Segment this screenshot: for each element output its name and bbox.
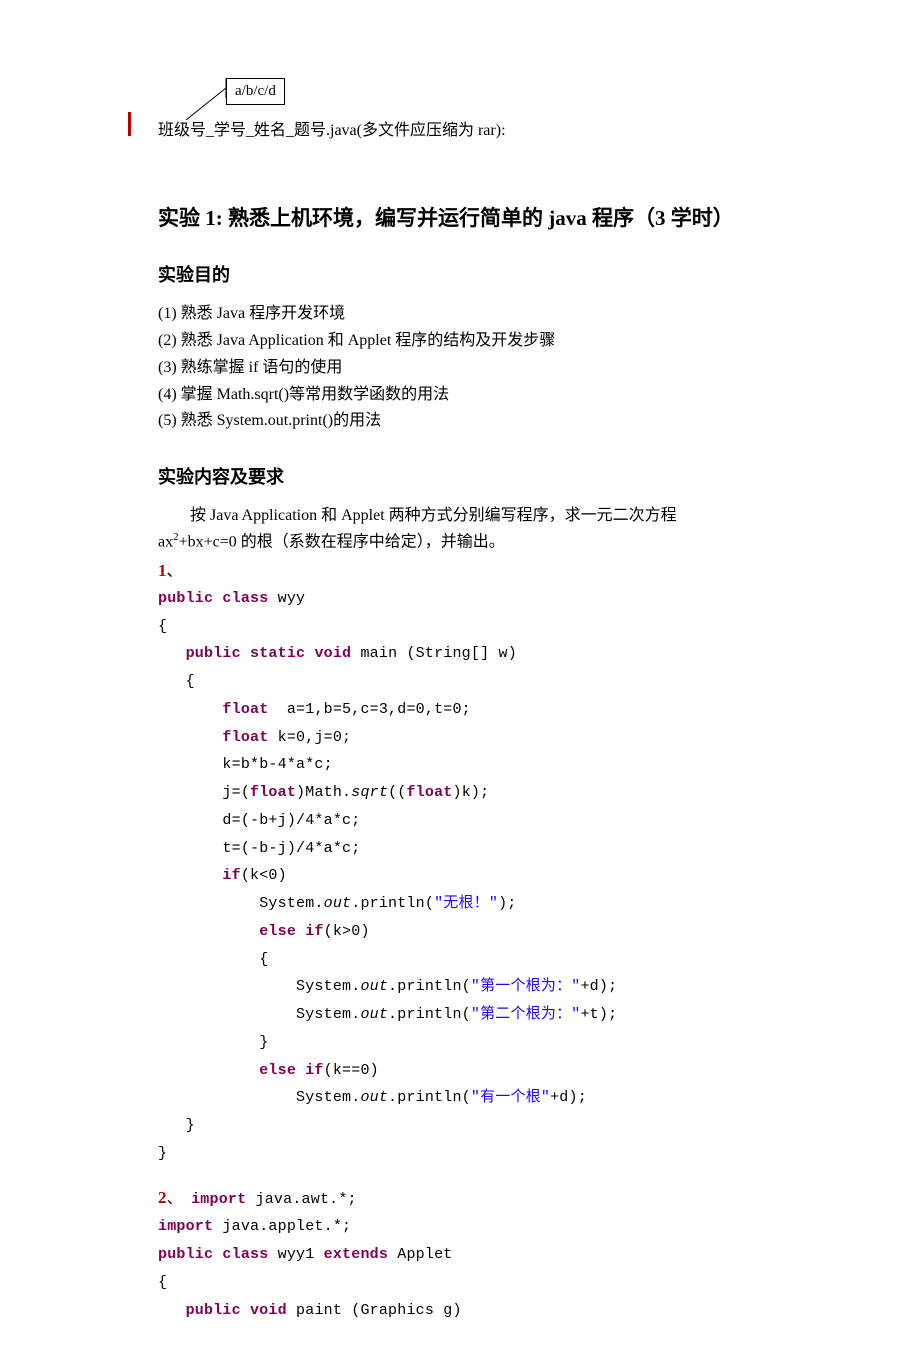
objectives-list: (1) 熟悉 Java 程序开发环境 (2) 熟悉 Java Applicati…	[158, 302, 765, 434]
objective-item: (5) 熟悉 System.out.print()的用法	[158, 409, 765, 434]
experiment-title: 实验 1: 熟悉上机环境，编写并运行简单的 java 程序（3 学时）	[158, 202, 765, 235]
section-objectives-title: 实验目的	[158, 262, 765, 290]
objective-item: (3) 熟练掌握 if 语句的使用	[158, 356, 765, 381]
content-description: 按 Java Application 和 Applet 两种方式分别编写程序，求…	[158, 504, 765, 555]
code-block-1: public class wyy { public static void ma…	[158, 585, 765, 1168]
callout-connector	[186, 78, 226, 120]
revision-mark	[128, 112, 131, 136]
callout-box: a/b/c/d	[226, 78, 285, 105]
section-content-title: 实验内容及要求	[158, 464, 765, 492]
objective-item: (4) 掌握 Math.sqrt()等常用数学函数的用法	[158, 383, 765, 408]
objective-item: (2) 熟悉 Java Application 和 Applet 程序的结构及开…	[158, 329, 765, 354]
callout-diagram: a/b/c/d	[158, 78, 765, 128]
objective-item: (1) 熟悉 Java 程序开发环境	[158, 302, 765, 327]
code-block-2: 2、 import java.awt.*; import java.applet…	[158, 1182, 765, 1325]
code-block-1-header: 1、	[158, 558, 765, 585]
